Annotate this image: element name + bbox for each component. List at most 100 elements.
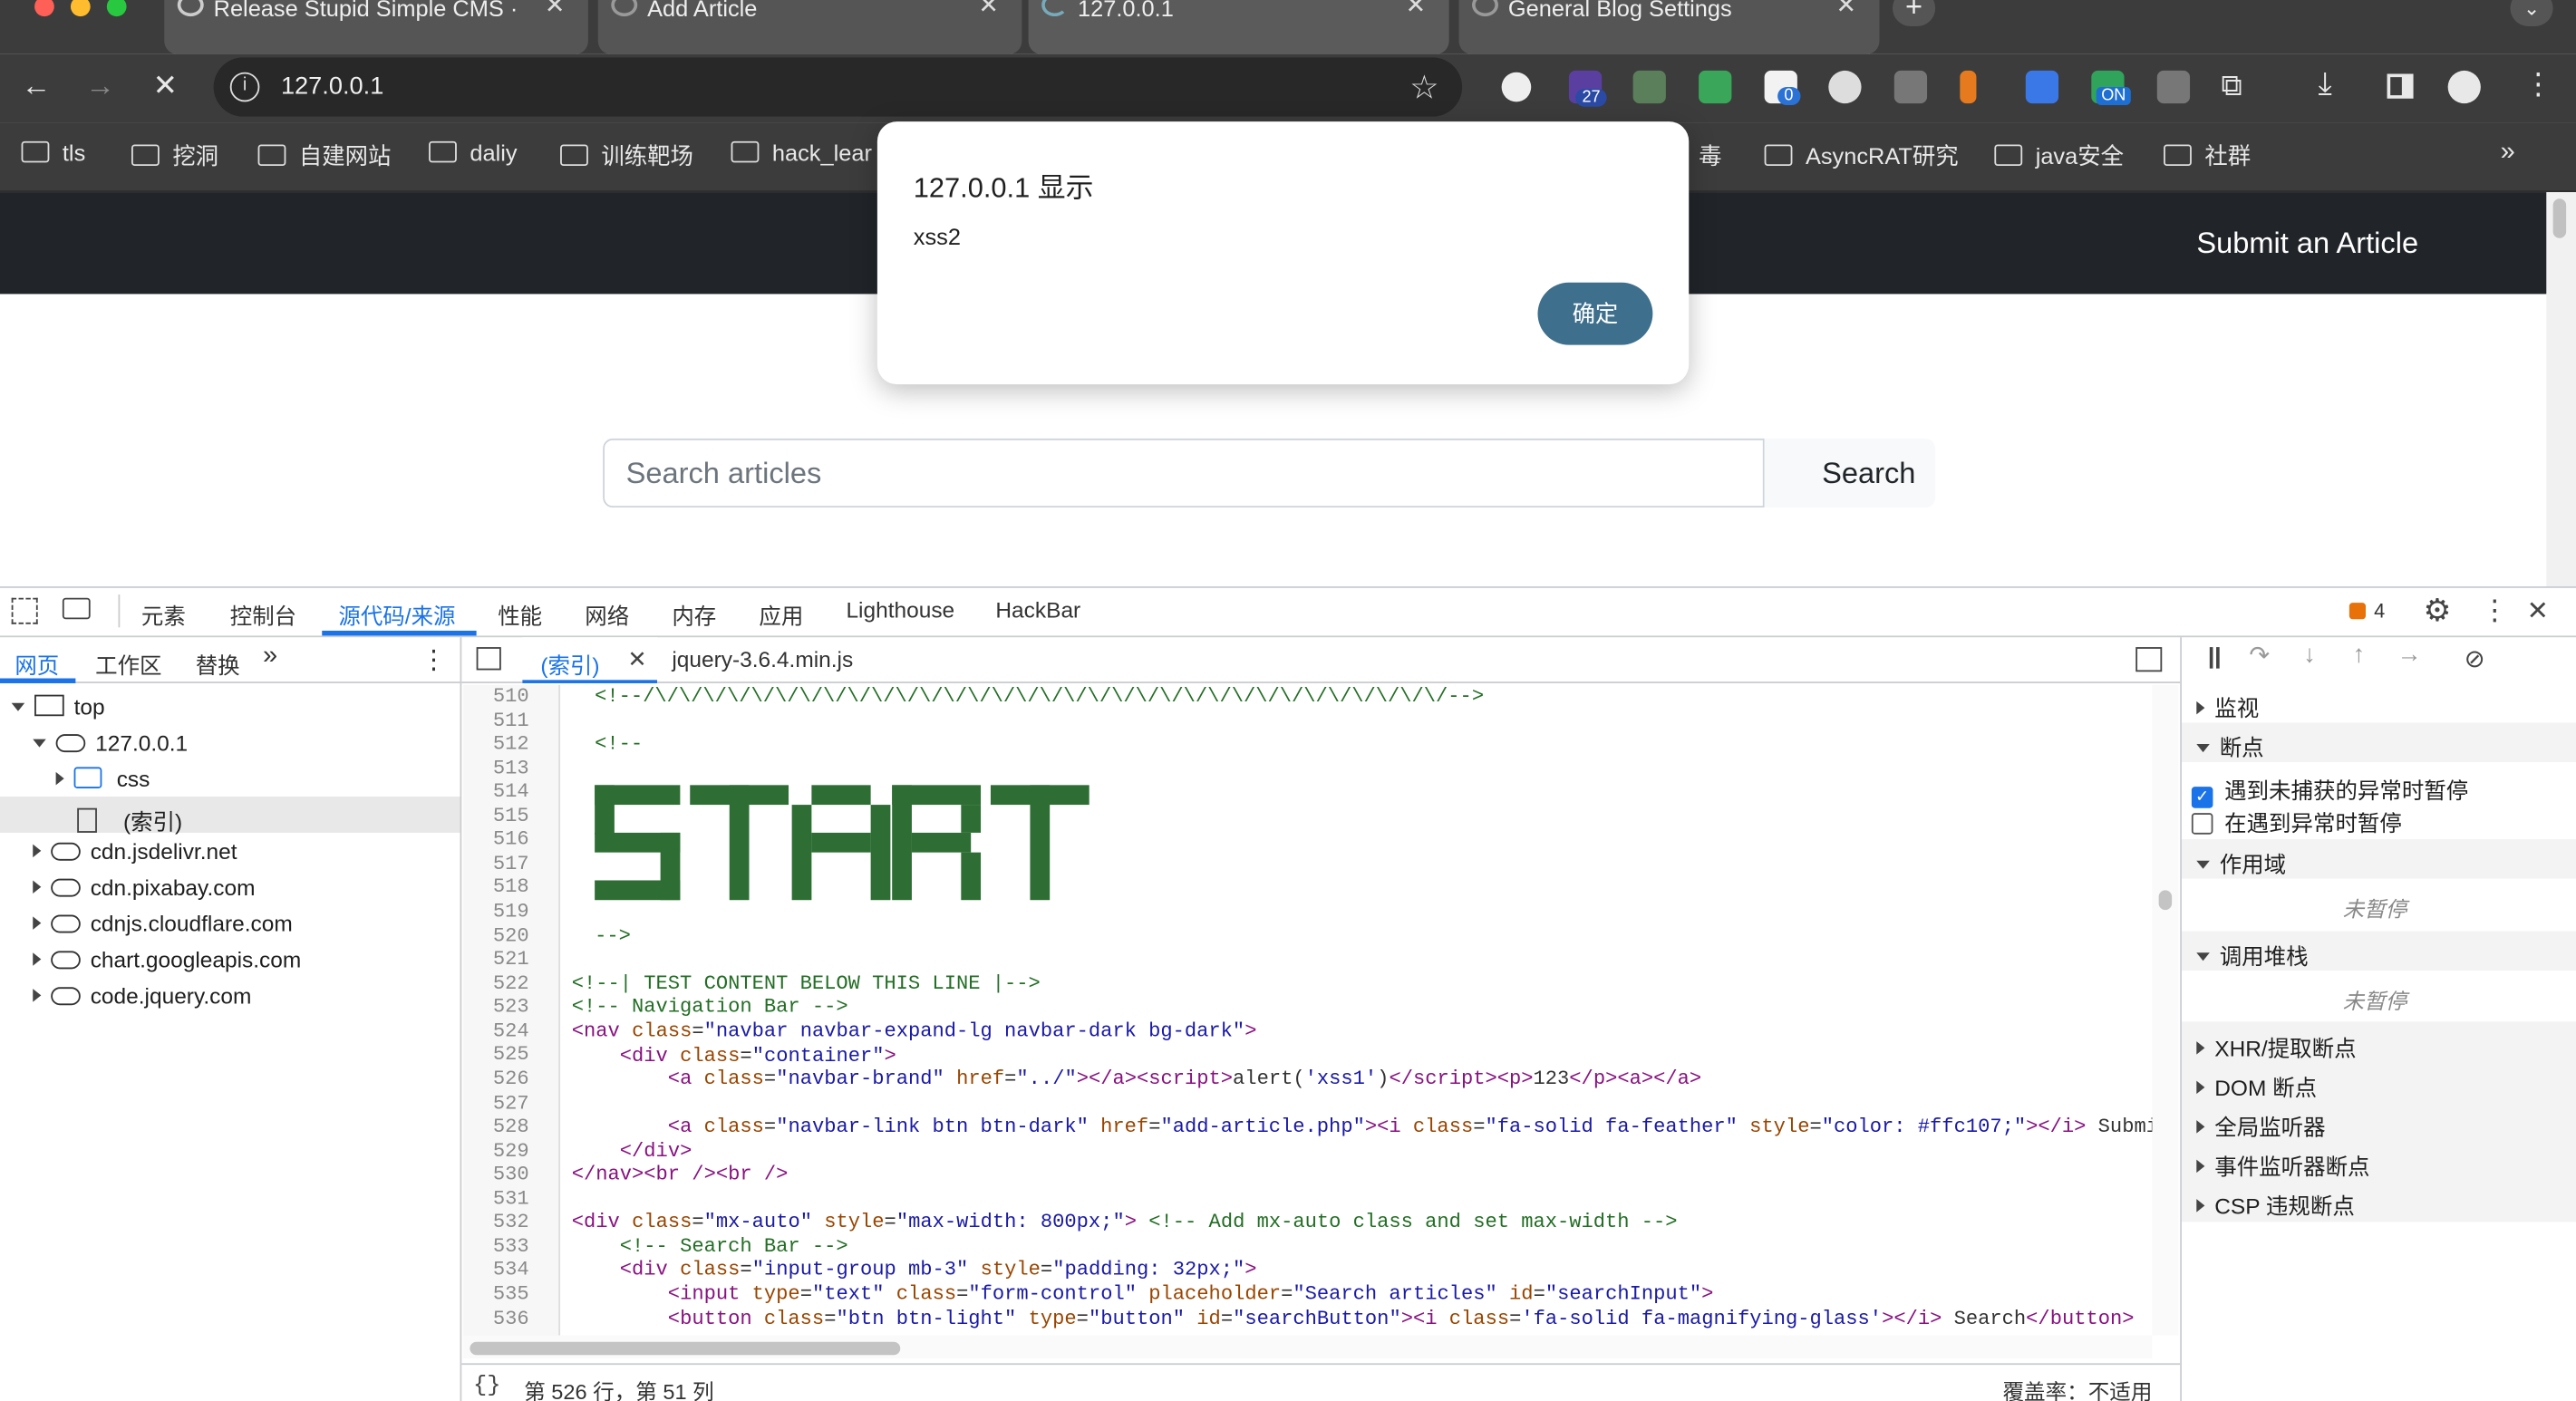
line-number[interactable]: 526 (463, 1068, 529, 1091)
issues-icon[interactable] (2348, 603, 2366, 620)
line-number[interactable]: 519 (463, 900, 529, 923)
bookmark-folder[interactable]: hack_lear (731, 140, 872, 166)
line-number[interactable]: 535 (463, 1283, 529, 1307)
line-number[interactable]: 522 (463, 971, 529, 995)
browser-tab[interactable]: Release Stupid Simple CMS · ✕ (164, 0, 588, 54)
bookmark-star-icon[interactable]: ☆ (1409, 67, 1439, 108)
browser-tab-active[interactable]: 127.0.0.1 ✕ (1028, 0, 1449, 54)
line-number[interactable]: 515 (463, 805, 529, 828)
back-arrow-icon[interactable]: ← (22, 69, 52, 103)
tree-item-domain[interactable]: cdn.jsdelivr.net (33, 839, 237, 864)
editor-vertical-scrollbar[interactable] (2152, 684, 2179, 1336)
search-button[interactable]: Search (1764, 438, 1936, 508)
line-number[interactable]: 531 (463, 1187, 529, 1211)
step-into-icon[interactable]: ↓ (2303, 641, 2316, 669)
chrome-menu-icon[interactable]: ⋮ (2523, 67, 2553, 101)
bookmark-folder[interactable]: java安全 (1994, 140, 2124, 172)
devtools-tab-sources[interactable]: 源代码/来源 (338, 598, 455, 631)
editor-vertical-thumb[interactable] (2158, 890, 2173, 911)
line-number[interactable]: 516 (463, 828, 529, 852)
pause-icon[interactable] (2209, 647, 2220, 669)
extension-icon[interactable] (2156, 70, 2191, 104)
editor-tab-index[interactable]: (索引) ✕ (522, 637, 657, 683)
navigator-tab-page[interactable]: 网页 (15, 647, 59, 680)
tree-item-domain[interactable]: cdn.pixabay.com (33, 875, 256, 900)
bookmark-folder[interactable]: 挖洞 (131, 140, 218, 172)
pause-uncaught-checkbox[interactable]: ✓ 遇到未捕获的异常时暂停 (2191, 772, 2468, 808)
extension-icon[interactable] (1828, 70, 1862, 104)
bookmark-folder[interactable]: 毒 (1699, 140, 1721, 172)
devtools-tab-console[interactable]: 控制台 (230, 598, 296, 631)
tree-item-top[interactable]: top (11, 694, 105, 720)
bookmark-folder[interactable]: 自建网站 (257, 140, 391, 172)
translate-extension-icon[interactable] (2025, 70, 2059, 104)
devtools-tab-hackbar[interactable]: HackBar (995, 598, 1080, 623)
line-number[interactable]: 511 (463, 709, 529, 732)
section-global[interactable]: 全局监听器 (2196, 1108, 2326, 1141)
step-icon[interactable]: → (2397, 641, 2421, 669)
tree-item-host[interactable]: 127.0.0.1 (33, 731, 188, 756)
page-scrollbar[interactable] (2546, 192, 2576, 587)
profile-avatar-icon[interactable] (2447, 70, 2481, 104)
bookmark-folder[interactable]: tls (21, 140, 85, 166)
tree-item-index[interactable]: (索引) (77, 803, 182, 836)
line-number[interactable]: 521 (463, 948, 529, 971)
more-bookmarks-chevron-icon[interactable]: » (2501, 138, 2515, 168)
tree-item-domain[interactable]: code.jquery.com (33, 984, 251, 1009)
line-number[interactable]: 527 (463, 1091, 529, 1115)
line-number[interactable]: 514 (463, 780, 529, 804)
close-tab-icon[interactable]: ✕ (627, 645, 646, 673)
tree-item-css[interactable]: css (55, 767, 150, 792)
toggle-navigator-icon[interactable] (476, 647, 501, 671)
close-tab-icon[interactable]: ✕ (545, 0, 566, 18)
deactivate-breakpoints-icon[interactable]: ⊘ (2465, 643, 2485, 673)
bookmark-folder[interactable]: AsyncRAT研究 (1764, 140, 1959, 172)
line-number[interactable]: 520 (463, 924, 529, 948)
devtools-tab-lighthouse[interactable]: Lighthouse (846, 598, 954, 623)
line-number[interactable]: 523 (463, 996, 529, 1019)
tree-item-domain[interactable]: cdnjs.cloudflare.com (33, 912, 293, 936)
line-number[interactable]: 528 (463, 1116, 529, 1139)
browser-tab[interactable]: Add Article ✕ (597, 0, 1022, 54)
browser-tab[interactable]: General Blog Settings ✕ (1458, 0, 1880, 54)
section-breakpoints[interactable]: 断点 (2196, 729, 2264, 762)
section-csp[interactable]: CSP 违规断点 (2196, 1187, 2355, 1220)
bookmark-folder[interactable]: daliy (429, 140, 518, 166)
section-callstack[interactable]: 调用堆栈 (2196, 938, 2309, 971)
line-number[interactable]: 517 (463, 852, 529, 875)
devtools-tab-application[interactable]: 应用 (759, 598, 803, 631)
toggle-debugger-icon[interactable] (2135, 647, 2163, 672)
devtools-tab-network[interactable]: 网络 (585, 598, 629, 631)
devtools-tab-performance[interactable]: 性能 (498, 598, 542, 631)
extension-icon[interactable] (1501, 72, 1532, 102)
section-watch[interactable]: 监视 (2196, 690, 2259, 722)
checkbox-unchecked-icon[interactable] (2191, 813, 2213, 835)
line-number[interactable]: 510 (463, 685, 529, 709)
close-tab-icon[interactable]: ✕ (978, 0, 999, 18)
section-dom[interactable]: DOM 断点 (2196, 1069, 2317, 1102)
editor-tab-jquery[interactable]: jquery-3.6.4.min.js (672, 647, 853, 672)
section-event[interactable]: 事件监听器断点 (2196, 1148, 2370, 1181)
devtools-tab-elements[interactable]: 元素 (141, 598, 186, 631)
line-number[interactable]: 524 (463, 1019, 529, 1043)
close-devtools-icon[interactable]: ✕ (2527, 594, 2549, 627)
pretty-print-icon[interactable]: {} (473, 1373, 500, 1399)
extension-icon[interactable] (1699, 70, 1732, 104)
section-xhr[interactable]: XHR/提取断点 (2196, 1029, 2357, 1062)
tree-item-domain[interactable]: chart.googleapis.com (33, 948, 301, 972)
inspect-element-icon[interactable] (11, 597, 38, 624)
address-text[interactable]: 127.0.0.1 (281, 72, 383, 101)
extension-icon[interactable] (1632, 70, 1666, 104)
extension-icon[interactable] (1893, 70, 1928, 104)
close-tab-icon[interactable]: ✕ (1405, 0, 1426, 18)
navigator-menu-icon[interactable]: ⋮ (421, 643, 447, 676)
extension-icon[interactable] (1960, 70, 1977, 104)
device-toolbar-icon[interactable] (62, 597, 91, 620)
step-over-icon[interactable]: ↷ (2249, 641, 2270, 671)
step-out-icon[interactable]: ↑ (2353, 641, 2366, 669)
forward-arrow-icon[interactable]: → (85, 69, 115, 103)
submit-article-link[interactable]: Submit an Article (2196, 227, 2418, 261)
close-tab-icon[interactable]: ✕ (1835, 0, 1856, 18)
site-info-icon[interactable]: i (229, 72, 260, 102)
stop-loading-icon[interactable]: ✕ (153, 69, 178, 103)
